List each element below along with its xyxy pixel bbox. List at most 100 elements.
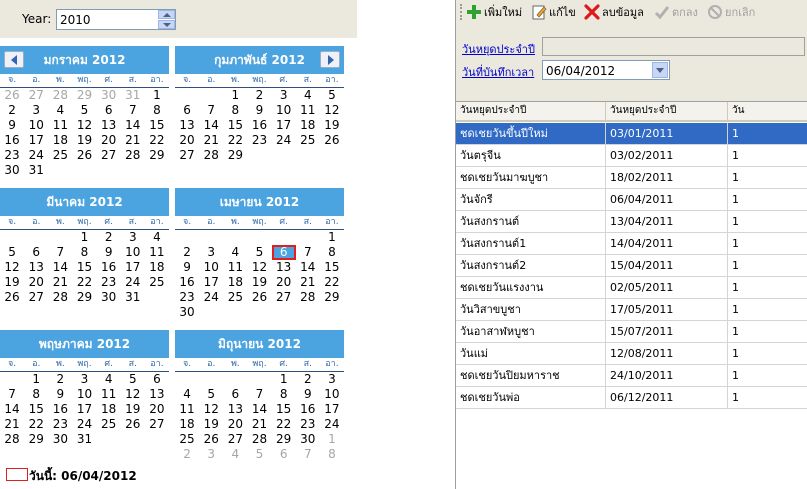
day-cell[interactable]: 25 bbox=[296, 133, 320, 148]
day-cell[interactable]: 27 bbox=[24, 88, 48, 103]
day-cell[interactable]: 24 bbox=[199, 290, 223, 305]
table-row[interactable]: วันจักรี 06/04/2011 1 bbox=[456, 189, 807, 211]
day-cell[interactable]: 2 bbox=[296, 372, 320, 387]
day-cell[interactable]: 15 bbox=[72, 260, 96, 275]
day-cell[interactable]: 29 bbox=[223, 148, 247, 163]
day-cell[interactable]: 28 bbox=[48, 290, 72, 305]
day-cell[interactable]: 26 bbox=[320, 133, 344, 148]
day-cell[interactable]: 22 bbox=[272, 417, 296, 432]
day-cell[interactable]: 29 bbox=[320, 290, 344, 305]
day-cell[interactable]: 4 bbox=[48, 103, 72, 118]
day-cell[interactable]: 22 bbox=[24, 417, 48, 432]
day-cell[interactable]: 23 bbox=[97, 275, 121, 290]
dropdown-arrow-icon[interactable] bbox=[652, 62, 668, 78]
record-date-picker[interactable]: 06/04/2012 bbox=[542, 60, 670, 80]
table-row[interactable]: วันสงกรานต์1 14/04/2011 1 bbox=[456, 233, 807, 255]
day-cell[interactable]: 2 bbox=[175, 245, 199, 260]
day-cell[interactable]: 14 bbox=[296, 260, 320, 275]
day-cell[interactable]: 1 bbox=[272, 372, 296, 387]
day-cell[interactable]: 5 bbox=[247, 245, 271, 260]
column-header-holiday-date[interactable]: วันหยุดประจำปี bbox=[606, 102, 728, 120]
day-cell[interactable]: 21 bbox=[199, 133, 223, 148]
day-cell[interactable]: 3 bbox=[24, 103, 48, 118]
table-row[interactable]: ชดเชยวันขึ้นปีใหม่ 03/01/2011 1 bbox=[456, 123, 807, 145]
day-cell[interactable]: 11 bbox=[145, 245, 169, 260]
day-cell[interactable]: 9 bbox=[97, 245, 121, 260]
day-cell[interactable]: 25 bbox=[175, 432, 199, 447]
day-cell[interactable]: 6 bbox=[145, 372, 169, 387]
day-cell[interactable]: 9 bbox=[247, 103, 271, 118]
day-cell[interactable]: 15 bbox=[320, 260, 344, 275]
day-cell[interactable]: 22 bbox=[145, 133, 169, 148]
day-cell[interactable]: 9 bbox=[48, 387, 72, 402]
day-cell[interactable]: 7 bbox=[199, 103, 223, 118]
day-cell[interactable]: 25 bbox=[48, 148, 72, 163]
prev-month-arrow-icon[interactable] bbox=[4, 51, 24, 68]
day-cell[interactable]: 7 bbox=[296, 447, 320, 462]
day-cell[interactable]: 17 bbox=[24, 133, 48, 148]
delete-button[interactable]: ลบข้อมูล bbox=[584, 3, 644, 21]
day-cell[interactable]: 30 bbox=[296, 432, 320, 447]
day-cell[interactable]: 27 bbox=[145, 417, 169, 432]
day-cell[interactable]: 7 bbox=[48, 245, 72, 260]
day-cell[interactable]: 10 bbox=[199, 260, 223, 275]
day-cell[interactable]: 2 bbox=[247, 88, 271, 103]
day-cell[interactable]: 10 bbox=[24, 118, 48, 133]
day-cell[interactable]: 11 bbox=[97, 387, 121, 402]
day-cell[interactable]: 7 bbox=[0, 387, 24, 402]
day-cell[interactable]: 28 bbox=[199, 148, 223, 163]
day-cell[interactable]: 1 bbox=[320, 432, 344, 447]
day-cell[interactable]: 18 bbox=[48, 133, 72, 148]
day-cell[interactable]: 3 bbox=[121, 230, 145, 245]
day-cell[interactable]: 11 bbox=[223, 260, 247, 275]
day-cell[interactable]: 8 bbox=[24, 387, 48, 402]
day-cell[interactable]: 13 bbox=[97, 118, 121, 133]
day-cell[interactable]: 25 bbox=[223, 290, 247, 305]
day-cell[interactable]: 11 bbox=[296, 103, 320, 118]
day-cell[interactable]: 20 bbox=[175, 133, 199, 148]
day-cell[interactable]: 9 bbox=[0, 118, 24, 133]
day-cell[interactable]: 19 bbox=[72, 133, 96, 148]
day-cell[interactable]: 20 bbox=[24, 275, 48, 290]
year-input[interactable] bbox=[57, 10, 159, 29]
day-cell[interactable]: 23 bbox=[296, 417, 320, 432]
day-cell[interactable]: 31 bbox=[121, 88, 145, 103]
day-cell[interactable]: 20 bbox=[97, 133, 121, 148]
day-cell[interactable]: 4 bbox=[223, 245, 247, 260]
year-up-arrow-icon[interactable] bbox=[158, 10, 175, 19]
day-cell[interactable]: 2 bbox=[175, 447, 199, 462]
day-cell[interactable]: 15 bbox=[223, 118, 247, 133]
table-row[interactable]: วันอาสาฬหบูชา 15/07/2011 1 bbox=[456, 321, 807, 343]
day-cell[interactable]: 13 bbox=[272, 260, 296, 275]
day-cell[interactable]: 5 bbox=[247, 447, 271, 462]
day-cell[interactable]: 18 bbox=[296, 118, 320, 133]
table-row[interactable]: วันสงกรานต์2 15/04/2011 1 bbox=[456, 255, 807, 277]
day-cell[interactable]: 13 bbox=[223, 402, 247, 417]
day-cell[interactable]: 16 bbox=[48, 402, 72, 417]
day-cell[interactable]: 28 bbox=[296, 290, 320, 305]
day-cell[interactable]: 6 bbox=[175, 103, 199, 118]
day-cell[interactable]: 29 bbox=[145, 148, 169, 163]
day-cell[interactable]: 3 bbox=[72, 372, 96, 387]
day-cell[interactable]: 6 bbox=[97, 103, 121, 118]
day-cell[interactable]: 19 bbox=[247, 275, 271, 290]
day-cell[interactable]: 27 bbox=[97, 148, 121, 163]
day-cell[interactable]: 25 bbox=[145, 275, 169, 290]
day-cell[interactable]: 3 bbox=[320, 372, 344, 387]
day-cell[interactable]: 14 bbox=[247, 402, 271, 417]
day-cell[interactable]: 7 bbox=[247, 387, 271, 402]
day-cell[interactable]: 26 bbox=[199, 432, 223, 447]
table-row[interactable]: วันวิสาขบูชา 17/05/2011 1 bbox=[456, 299, 807, 321]
day-cell[interactable]: 1 bbox=[223, 88, 247, 103]
day-cell[interactable]: 16 bbox=[0, 133, 24, 148]
day-cell[interactable]: 31 bbox=[72, 432, 96, 447]
day-cell[interactable]: 16 bbox=[175, 275, 199, 290]
day-cell[interactable]: 18 bbox=[97, 402, 121, 417]
day-cell[interactable]: 23 bbox=[175, 290, 199, 305]
ok-button[interactable]: ตกลง bbox=[654, 3, 698, 21]
day-cell[interactable]: 1 bbox=[320, 230, 344, 245]
day-cell[interactable]: 15 bbox=[145, 118, 169, 133]
day-cell[interactable]: 24 bbox=[272, 133, 296, 148]
day-cell[interactable]: 22 bbox=[72, 275, 96, 290]
day-cell[interactable]: 28 bbox=[48, 88, 72, 103]
